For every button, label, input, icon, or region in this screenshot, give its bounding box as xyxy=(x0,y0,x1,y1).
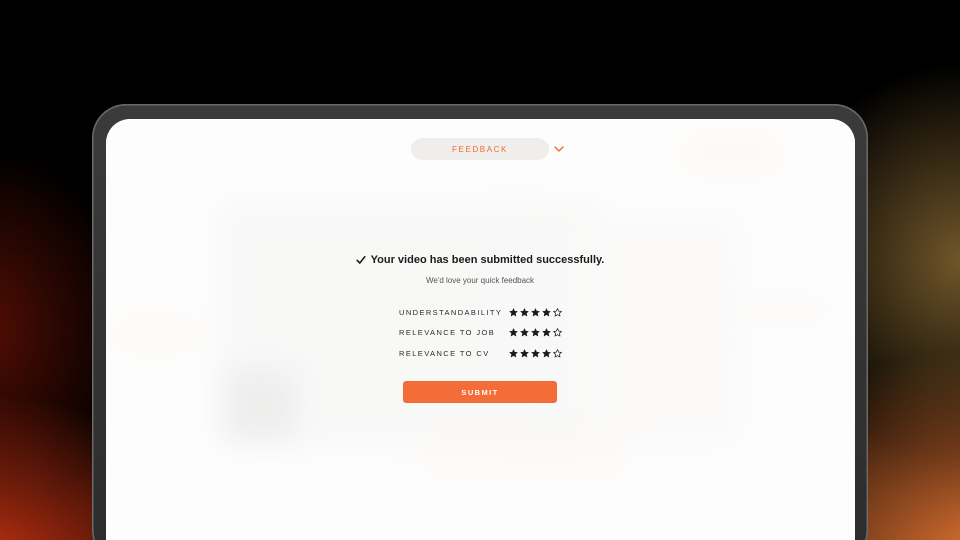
star-filled-icon[interactable] xyxy=(542,307,551,317)
rating-row-understandability: UNDERSTANDABILITY xyxy=(399,305,562,319)
star-filled-icon[interactable] xyxy=(520,307,529,317)
check-icon xyxy=(356,255,366,264)
star-filled-icon[interactable] xyxy=(509,307,518,317)
star-filled-icon[interactable] xyxy=(520,327,529,337)
star-filled-icon[interactable] xyxy=(520,348,529,358)
star-empty-icon[interactable] xyxy=(553,327,562,337)
star-rating[interactable] xyxy=(509,307,562,317)
rating-label: UNDERSTANDABILITY xyxy=(399,307,503,317)
feedback-subline: We'd love your quick feedback xyxy=(425,276,535,285)
star-filled-icon[interactable] xyxy=(509,348,518,358)
star-rating[interactable] xyxy=(509,327,562,337)
feedback-tab[interactable]: FEEDBACK xyxy=(411,138,549,160)
chevron-down-icon[interactable] xyxy=(553,143,565,155)
star-filled-icon[interactable] xyxy=(542,327,551,337)
feedback-tab-label: FEEDBACK xyxy=(452,144,508,154)
rating-row-relevance-to-cv: RELEVANCE TO CV xyxy=(399,346,562,360)
star-filled-icon[interactable] xyxy=(509,327,518,337)
success-headline: Your video has been submitted successful… xyxy=(370,254,605,266)
star-filled-icon[interactable] xyxy=(531,307,540,317)
success-message: Your video has been submitted successful… xyxy=(330,254,630,266)
rating-label: RELEVANCE TO CV xyxy=(399,348,490,358)
star-empty-icon[interactable] xyxy=(553,307,562,317)
submit-button[interactable]: SUBMIT xyxy=(403,381,557,403)
star-filled-icon[interactable] xyxy=(531,348,540,358)
rating-row-relevance-to-job: RELEVANCE TO JOB xyxy=(399,325,562,339)
star-empty-icon[interactable] xyxy=(553,348,562,358)
rating-label: RELEVANCE TO JOB xyxy=(399,327,496,337)
star-filled-icon[interactable] xyxy=(542,348,551,358)
star-filled-icon[interactable] xyxy=(531,327,540,337)
star-rating[interactable] xyxy=(509,348,562,358)
